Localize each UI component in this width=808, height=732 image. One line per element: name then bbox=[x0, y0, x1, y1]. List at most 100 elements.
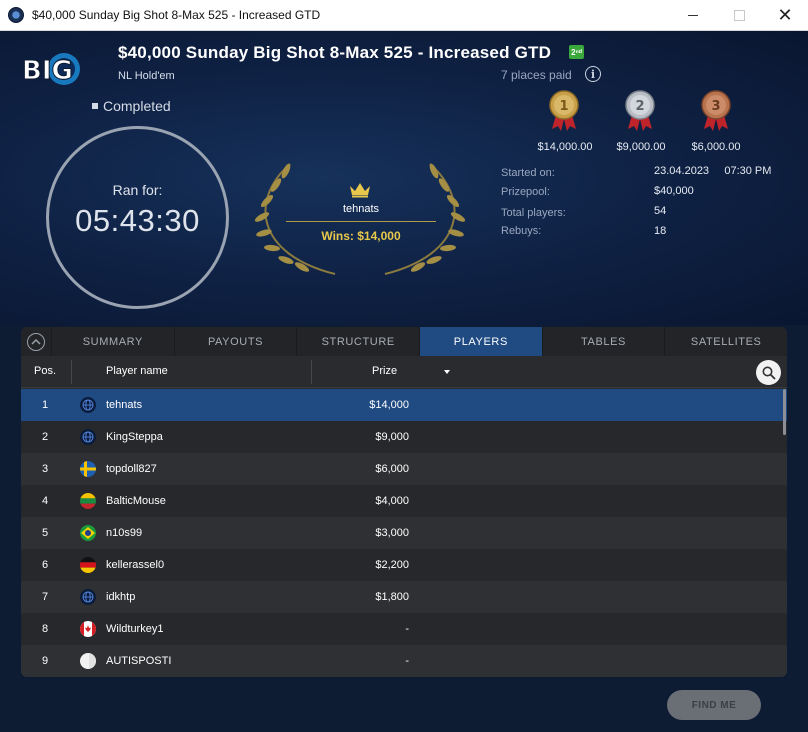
row-prize: $14,000 bbox=[369, 399, 409, 411]
row-prize: $2,200 bbox=[375, 559, 409, 571]
status-text: Completed bbox=[103, 98, 171, 114]
prizepool-value: $40,000 bbox=[654, 185, 694, 197]
globe-flag-icon bbox=[80, 397, 96, 413]
tournament-status: Completed bbox=[92, 98, 171, 114]
winner-prize: Wins: $14,000 bbox=[321, 229, 401, 243]
close-button[interactable]: ✕ bbox=[762, 0, 808, 31]
brazil-flag-icon bbox=[80, 525, 96, 541]
table-row[interactable]: 3 topdoll827 $6,000 bbox=[21, 453, 787, 485]
lithuania-flag-icon bbox=[80, 493, 96, 509]
tab-structure[interactable]: STRUCTURE bbox=[297, 327, 421, 356]
total-players-label: Total players: bbox=[501, 207, 566, 219]
maximize-button[interactable] bbox=[716, 0, 762, 31]
column-divider bbox=[311, 360, 312, 384]
find-me-button[interactable]: FIND ME bbox=[667, 690, 761, 720]
row-position: 2 bbox=[41, 431, 49, 443]
table-header: Pos. Player name Prize bbox=[21, 356, 787, 388]
winner-divider bbox=[286, 221, 436, 222]
scrollbar[interactable] bbox=[783, 389, 786, 435]
table-row[interactable]: 5 n10s99 $3,000 bbox=[21, 517, 787, 549]
search-button[interactable] bbox=[756, 360, 781, 385]
row-prize: $1,800 bbox=[375, 591, 409, 603]
total-players-value: 54 bbox=[654, 205, 667, 217]
row-prize: - bbox=[405, 623, 409, 635]
row-player-name: AUTISPOSTI bbox=[106, 655, 172, 667]
status-square-icon bbox=[92, 103, 98, 109]
tab-summary[interactable]: SUMMARY bbox=[52, 327, 175, 356]
tab-payouts[interactable]: PAYOUTS bbox=[175, 327, 298, 356]
row-prize: $3,000 bbox=[375, 527, 409, 539]
column-player-name[interactable]: Player name bbox=[106, 365, 168, 377]
globe-flag-icon bbox=[80, 429, 96, 445]
blank-flag-icon bbox=[80, 653, 96, 669]
row-player-name: BalticMouse bbox=[106, 495, 166, 507]
tab-satellites[interactable]: SATELLITES bbox=[665, 327, 787, 356]
bronze-medal-number: 3 bbox=[711, 99, 720, 114]
row-prize: - bbox=[405, 655, 409, 667]
row-player-name: idkhtp bbox=[106, 591, 136, 603]
ran-for-label: Ran for: bbox=[112, 182, 163, 198]
places-paid: 7 places paid bbox=[501, 68, 572, 82]
window-title: $40,000 Sunday Big Shot 8-Max 525 - Incr… bbox=[32, 8, 321, 22]
sort-down-icon[interactable] bbox=[444, 370, 450, 374]
tab-tables[interactable]: TABLES bbox=[543, 327, 666, 356]
table-row[interactable]: 2 KingSteppa $9,000 bbox=[21, 421, 787, 453]
row-player-name: Wildturkey1 bbox=[106, 623, 164, 635]
silver-medal-icon: 2 bbox=[625, 90, 655, 131]
gold-medal-icon: 1 bbox=[549, 90, 579, 131]
table-row[interactable]: 9 AUTISPOSTI - bbox=[21, 645, 787, 677]
column-divider bbox=[71, 360, 72, 384]
row-position: 9 bbox=[41, 655, 49, 667]
row-prize: $4,000 bbox=[375, 495, 409, 507]
table-row[interactable]: 1 tehnats $14,000 bbox=[21, 389, 787, 421]
row-position: 3 bbox=[41, 463, 49, 475]
chevron-up-icon bbox=[27, 332, 45, 351]
collapse-button[interactable] bbox=[21, 327, 52, 356]
table-row[interactable]: 7 idkhtp $1,800 bbox=[21, 581, 787, 613]
minimize-button[interactable] bbox=[670, 0, 716, 31]
rebuys-value: 18 bbox=[654, 225, 667, 237]
canada-flag-icon bbox=[80, 621, 96, 637]
info-icon[interactable]: i bbox=[585, 66, 601, 82]
tab-bar: SUMMARY PAYOUTS STRUCTURE PLAYERS TABLES… bbox=[21, 327, 787, 356]
row-player-name: KingSteppa bbox=[106, 431, 163, 443]
bronze-medal-icon: 3 bbox=[701, 90, 731, 131]
row-player-name: topdoll827 bbox=[106, 463, 157, 475]
logo-text: BIG bbox=[22, 56, 73, 86]
game-type: NL Hold'em bbox=[118, 70, 175, 82]
row-position: 1 bbox=[41, 399, 49, 411]
column-pos[interactable]: Pos. bbox=[34, 365, 56, 377]
tournament-header: BIG $40,000 Sunday Big Shot 8-Max 525 - … bbox=[0, 31, 808, 325]
row-position: 4 bbox=[41, 495, 49, 507]
prizepool-label: Prizepool: bbox=[501, 186, 550, 198]
first-prize-amount: $14,000.00 bbox=[537, 141, 593, 153]
crown-icon bbox=[350, 183, 370, 198]
players-panel: SUMMARY PAYOUTS STRUCTURE PLAYERS TABLES… bbox=[21, 327, 787, 677]
globe-flag-icon bbox=[80, 589, 96, 605]
window-titlebar: $40,000 Sunday Big Shot 8-Max 525 - Incr… bbox=[0, 0, 808, 31]
ran-for-time: 05:43:30 bbox=[75, 203, 200, 238]
app-icon bbox=[8, 7, 24, 23]
winner-name: tehnats bbox=[342, 203, 380, 215]
table-row[interactable]: 8 Wildturkey1 - bbox=[21, 613, 787, 645]
row-position: 5 bbox=[41, 527, 49, 539]
row-position: 8 bbox=[41, 623, 49, 635]
row-position: 7 bbox=[41, 591, 49, 603]
row-player-name: tehnats bbox=[106, 399, 143, 411]
tournament-title: $40,000 Sunday Big Shot 8-Max 525 - Incr… bbox=[118, 43, 552, 62]
started-on-label: Started on: bbox=[501, 167, 555, 179]
table-row[interactable]: 4 BalticMouse $4,000 bbox=[21, 485, 787, 517]
second-prize-amount: $9,000.00 bbox=[616, 141, 666, 153]
row-player-name: kellerassel0 bbox=[106, 559, 165, 571]
germany-flag-icon bbox=[80, 557, 96, 573]
second-chance-badge: 2ⁿᵈ bbox=[569, 45, 584, 59]
table-row[interactable]: 6 kellerassel0 $2,200 bbox=[21, 549, 787, 581]
laurel-wreath-icon bbox=[254, 163, 466, 275]
column-prize[interactable]: Prize bbox=[372, 365, 397, 377]
row-prize: $9,000 bbox=[375, 431, 409, 443]
players-list: 1 tehnats $14,000 2 KingSteppa $9,000 3 topdoll… bbox=[21, 389, 787, 677]
started-on-value: 23.04.2023 07:30 PM bbox=[654, 165, 772, 177]
tab-players[interactable]: PLAYERS bbox=[420, 327, 543, 356]
silver-medal-number: 2 bbox=[635, 99, 644, 114]
search-icon bbox=[762, 366, 776, 380]
